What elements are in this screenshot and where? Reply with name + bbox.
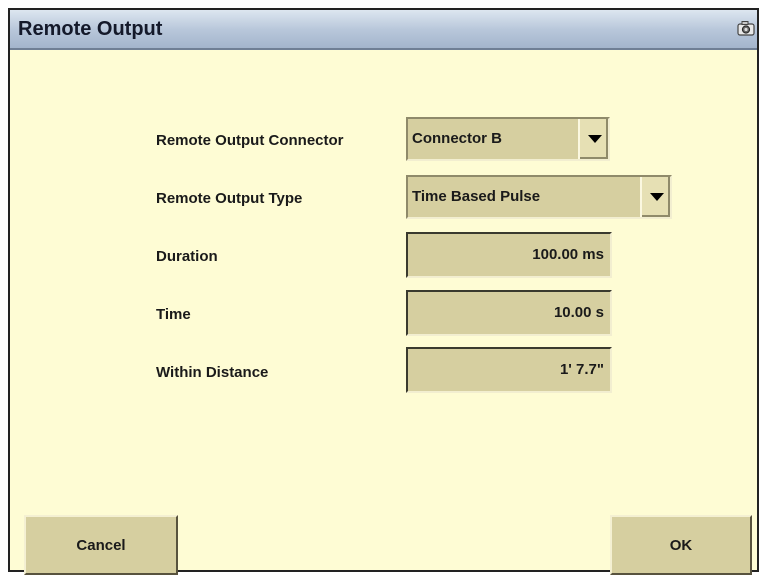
time-field[interactable]: 10.00 s — [406, 290, 612, 336]
within-distance-label: Within Distance — [156, 364, 269, 381]
window-title: Remote Output — [18, 18, 163, 40]
cancel-button[interactable]: Cancel — [24, 515, 178, 575]
remote-output-dialog: Remote Output Remote Output Connector Co… — [8, 8, 759, 575]
output-type-label: Remote Output Type — [156, 190, 303, 207]
chevron-down-icon[interactable] — [640, 177, 670, 217]
output-type-value: Time Based Pulse — [412, 188, 541, 205]
within-distance-value: 1' 7.7" — [559, 361, 604, 378]
duration-field[interactable]: 100.00 ms — [406, 232, 612, 278]
title-bar: Remote Output — [10, 10, 757, 50]
duration-label: Duration — [156, 248, 218, 265]
chevron-down-icon[interactable] — [578, 119, 608, 159]
ok-button[interactable]: OK — [610, 515, 752, 575]
connector-label: Remote Output Connector — [156, 132, 344, 149]
camera-icon[interactable] — [737, 20, 755, 36]
time-value: 10.00 s — [553, 304, 604, 321]
time-label: Time — [156, 306, 191, 323]
duration-value: 100.00 ms — [532, 246, 604, 263]
connector-dropdown[interactable]: Connector B — [406, 117, 610, 161]
output-type-dropdown[interactable]: Time Based Pulse — [406, 175, 672, 219]
within-distance-field[interactable]: 1' 7.7" — [406, 347, 612, 393]
connector-value: Connector B — [412, 130, 502, 147]
